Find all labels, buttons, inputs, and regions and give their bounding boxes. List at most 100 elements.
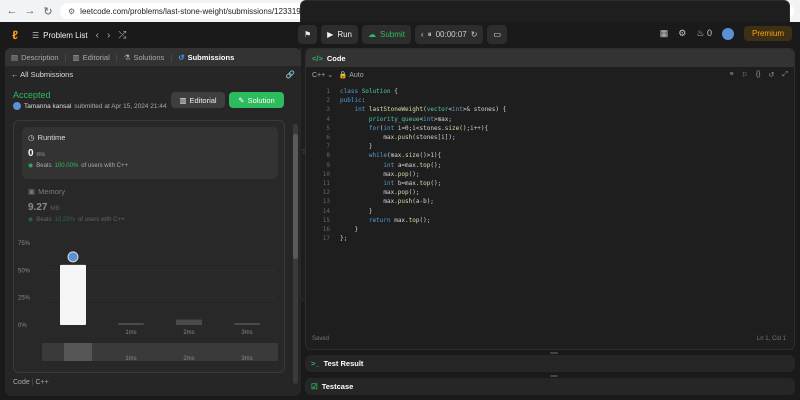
bookmark-icon[interactable]: ⚐ xyxy=(742,71,748,79)
testcase-panel[interactable]: ☑ Testcase xyxy=(305,378,795,395)
code-tab-label[interactable]: Code xyxy=(327,54,346,63)
solution-button-label: Solution xyxy=(247,95,275,105)
shuffle-icon[interactable]: ⤮ xyxy=(118,30,126,41)
code-line: }; xyxy=(340,235,348,243)
submit-button[interactable]: ☁ Submit xyxy=(362,25,411,44)
tab-submissions[interactable]: ↺ Submissions xyxy=(178,53,234,62)
site-info-icon[interactable]: ⚙ xyxy=(68,7,75,16)
streak-count: 0 xyxy=(706,28,712,38)
runtime-distribution-chart[interactable]: 75% 50% 25% 0% 1ms 2ms 3ms 1ms 2ms 3ms xyxy=(14,239,286,373)
submitter-name[interactable]: Tamanna kansal xyxy=(24,103,71,110)
submitter-info: Tamanna kansal submitted at Apr 15, 2024… xyxy=(13,102,167,110)
code-footer-label: Code xyxy=(13,379,30,386)
notes-button[interactable]: ▭ xyxy=(487,25,507,44)
reset-timer-icon[interactable]: ↻ xyxy=(471,30,478,39)
user-avatar[interactable] xyxy=(721,27,734,40)
tab-editorial[interactable]: ▥ Editorial xyxy=(73,53,110,62)
language-select[interactable]: C++ ⌄ xyxy=(312,72,333,79)
runtime-beats-pct: 100.00% xyxy=(54,162,79,169)
code-line: } xyxy=(340,143,373,151)
chart-minimap-window xyxy=(64,343,92,361)
auto-label[interactable]: Auto xyxy=(349,72,363,79)
streak-counter[interactable]: ♨ 0 xyxy=(696,28,712,39)
run-button[interactable]: ▶ Run xyxy=(321,25,359,44)
line-number: 2 xyxy=(326,97,330,105)
list-icon: ☰ xyxy=(32,30,40,40)
memory-box[interactable]: ▣ Memory 9.27 MB ◉ Beats 10.23% of users … xyxy=(28,187,125,223)
timer[interactable]: ‹ ⏸ 00:00:07 ↻ xyxy=(414,25,484,44)
terminal-icon: >_ xyxy=(311,359,320,368)
chart-x-tick-label: 3ms xyxy=(241,330,252,336)
fire-icon: ♨ xyxy=(696,28,705,38)
pause-icon[interactable]: ⏸ xyxy=(428,30,432,40)
cloud-upload-icon: ☁ xyxy=(368,30,377,39)
code-line: public: xyxy=(340,97,366,105)
left-scrollbar[interactable] xyxy=(293,124,298,384)
solution-button[interactable]: ✎ Solution xyxy=(229,92,284,108)
timer-value: 00:00:07 xyxy=(435,30,467,39)
stats-card: ◷ Runtime 0 ms ◉ Beats 100.00% of users w… xyxy=(13,120,285,373)
code-icon: </> xyxy=(312,53,323,63)
forward-icon[interactable]: → xyxy=(24,5,36,17)
code-line: int lastStoneWeight(vector<int>& stones)… xyxy=(354,106,507,114)
book-icon: ▥ xyxy=(179,95,187,105)
line-number: 11 xyxy=(322,180,330,187)
reload-icon[interactable]: ↻ xyxy=(42,5,54,18)
code-line: priority_queue<int>max; xyxy=(368,115,453,123)
format-icon[interactable]: ≡ xyxy=(729,71,733,79)
code-language-footer: Code | C++ xyxy=(13,379,49,386)
tab-submissions-label: Submissions xyxy=(187,52,235,62)
runtime-unit: ms xyxy=(36,151,46,158)
editorial-button[interactable]: ▥ Editorial xyxy=(171,92,225,108)
history-icon: ↺ xyxy=(178,52,185,62)
lock-icon: 🔒 xyxy=(338,72,348,79)
tab-solutions[interactable]: ⚗ Solutions xyxy=(124,53,165,62)
reset-icon[interactable]: ↺ xyxy=(769,71,775,79)
language-value: C++ xyxy=(312,72,326,79)
leetcode-logo-icon[interactable]: ℓ xyxy=(8,28,22,42)
tab-separator: | xyxy=(170,52,173,62)
line-number: 3 xyxy=(326,106,330,114)
chart-x-tick-label: 1ms xyxy=(125,330,136,336)
test-result-panel[interactable]: >_ Test Result xyxy=(305,355,795,372)
chart-y-tick-label: 50% xyxy=(18,268,31,274)
runtime-beats-suffix: of users with C++ xyxy=(81,162,128,169)
problem-list-link[interactable]: ☰ Problem List xyxy=(32,31,88,40)
editorial-button-label: Editorial xyxy=(189,95,217,105)
line-number: 15 xyxy=(322,216,330,224)
timer-collapse-icon[interactable]: ‹ xyxy=(421,30,424,39)
chart-minimap-label: 3ms xyxy=(241,356,252,362)
layout-grid-icon[interactable]: ▦ xyxy=(660,28,669,39)
run-label: Run xyxy=(337,30,353,39)
submit-label: Submit xyxy=(380,30,405,39)
description-icon: ▤ xyxy=(11,52,19,62)
runtime-box[interactable]: ◷ Runtime 0 ms ◉ Beats 100.00% of users w… xyxy=(22,127,278,179)
prev-problem-icon[interactable]: ‹ xyxy=(96,30,99,41)
memory-value: 9.27 xyxy=(28,202,48,213)
scrollbar-thumb[interactable] xyxy=(293,134,298,259)
chart-y-tick-label: 25% xyxy=(18,296,31,302)
braces-icon[interactable]: {} xyxy=(756,71,761,79)
chart-bar xyxy=(176,319,202,325)
premium-button[interactable]: Premium xyxy=(743,26,792,41)
all-submissions-link[interactable]: ← All Submissions 🔗 xyxy=(5,66,301,82)
tab-description[interactable]: ▤ Description xyxy=(11,53,59,62)
runtime-title: Runtime xyxy=(37,133,66,142)
next-problem-icon[interactable]: › xyxy=(107,30,110,41)
note-icon: ▭ xyxy=(493,30,501,39)
memory-chip-icon: ▣ xyxy=(28,187,36,196)
debug-button[interactable]: ⚑ xyxy=(298,25,318,44)
tab-description-label: Description xyxy=(21,52,59,62)
expand-icon[interactable]: ⤢ xyxy=(782,71,788,79)
back-icon[interactable]: ← xyxy=(6,5,18,17)
settings-gear-icon[interactable]: ⚙ xyxy=(678,28,686,39)
line-number: 12 xyxy=(322,189,330,197)
code-line: for(int i=0;i<stones.size();i++){ xyxy=(368,124,489,132)
link-icon[interactable]: 🔗 xyxy=(286,70,295,79)
code-tabbar: </> Code xyxy=(306,49,794,67)
tab-editorial-label: Editorial xyxy=(82,52,110,62)
panel-resize-handle[interactable] xyxy=(550,375,558,377)
chart-bar xyxy=(234,323,260,325)
line-number: 16 xyxy=(322,226,330,233)
panel-resize-handle[interactable] xyxy=(550,352,558,354)
